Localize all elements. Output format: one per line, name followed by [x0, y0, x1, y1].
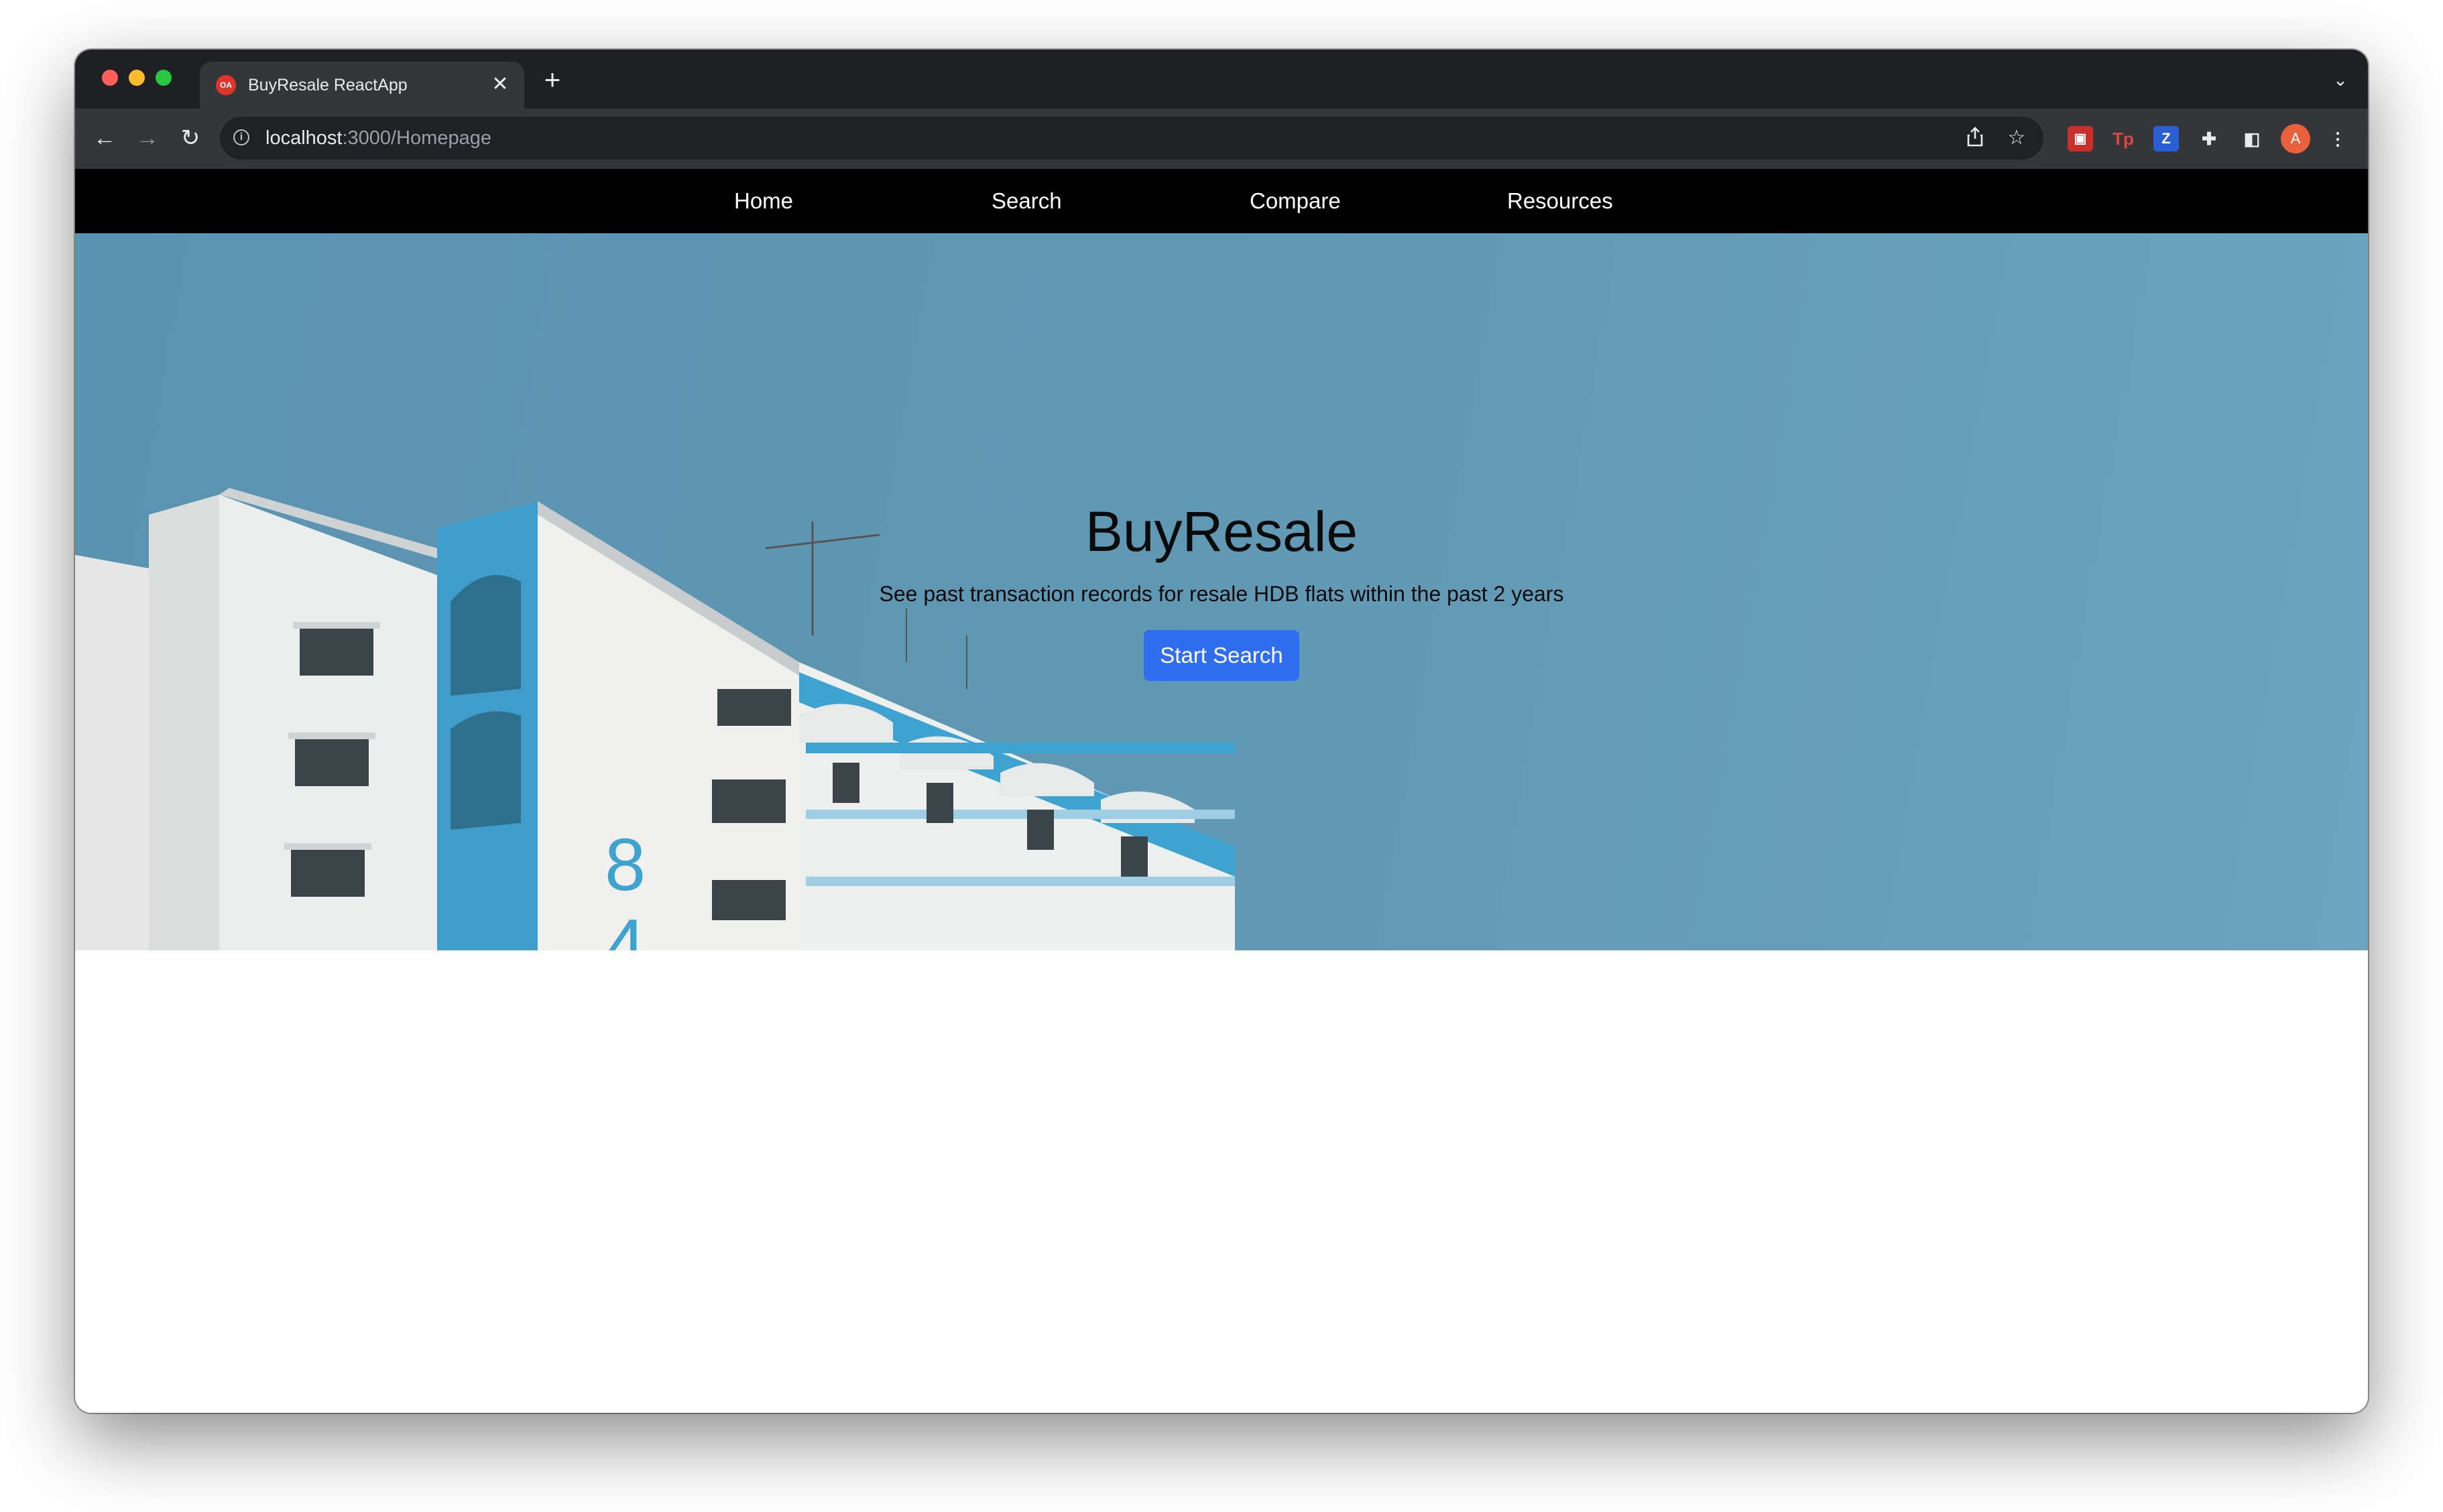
url-path: :3000/Homepage [342, 127, 491, 149]
nav-resources-link[interactable]: Resources [1507, 169, 1613, 233]
profile-avatar[interactable]: A [2281, 124, 2310, 153]
extension-1-icon[interactable]: ▣ [2068, 126, 2093, 151]
hero-banner: 8 4 BuyResale See past transaction recor… [75, 233, 2368, 950]
share-icon[interactable] [1963, 126, 1987, 150]
address-bar[interactable]: i localhost:3000/Homepage ☆ [220, 117, 2043, 160]
tab-search-chevron-icon[interactable]: ⌄ [2330, 70, 2350, 90]
close-window-button[interactable] [102, 70, 118, 86]
page-content-empty [75, 950, 2368, 1413]
site-navbar: Home Search Compare Resources [75, 169, 2368, 233]
close-tab-icon[interactable]: ✕ [488, 72, 512, 97]
forward-icon[interactable]: → [133, 123, 162, 153]
browser-window: OA BuyResale ReactApp ✕ + ⌄ ← → ↻ i loca… [75, 50, 2368, 1413]
start-search-button[interactable]: Start Search [1144, 630, 1299, 681]
nav-search-link[interactable]: Search [992, 169, 1062, 233]
block-number-8: 8 [605, 824, 646, 906]
new-tab-icon[interactable]: + [539, 66, 566, 94]
tab-strip: OA BuyResale ReactApp ✕ + ⌄ [75, 50, 2368, 109]
side-panel-icon[interactable]: ◧ [2239, 126, 2265, 151]
bookmark-star-icon[interactable]: ☆ [2005, 126, 2029, 150]
browser-toolbar: ← → ↻ i localhost:3000/Homepage ☆ ▣ Tp Z… [75, 109, 2368, 169]
tab-title: BuyResale ReactApp [248, 76, 408, 94]
nav-compare-link[interactable]: Compare [1250, 169, 1341, 233]
back-icon[interactable]: ← [90, 123, 119, 153]
favicon-icon: OA [216, 75, 236, 95]
hero-subtitle: See past transaction records for resale … [879, 582, 1564, 606]
extension-3-icon[interactable]: Z [2153, 126, 2179, 151]
minimize-window-button[interactable] [129, 70, 145, 86]
url-text: localhost:3000/Homepage [265, 127, 491, 149]
url-host: localhost [265, 127, 343, 149]
browser-tab-active[interactable]: OA BuyResale ReactApp ✕ [200, 62, 524, 109]
extensions-puzzle-icon[interactable]: ✚ [2196, 126, 2222, 151]
extension-2-icon[interactable]: Tp [2110, 126, 2136, 151]
reload-icon[interactable]: ↻ [176, 123, 205, 153]
nav-home-link[interactable]: Home [734, 169, 793, 233]
block-number-4: 4 [605, 904, 646, 950]
site-info-icon[interactable]: i [233, 129, 249, 145]
maximize-window-button[interactable] [156, 70, 172, 86]
hero-title: BuyResale [1085, 500, 1358, 563]
kebab-menu-icon[interactable]: ⋮ [2325, 126, 2350, 151]
